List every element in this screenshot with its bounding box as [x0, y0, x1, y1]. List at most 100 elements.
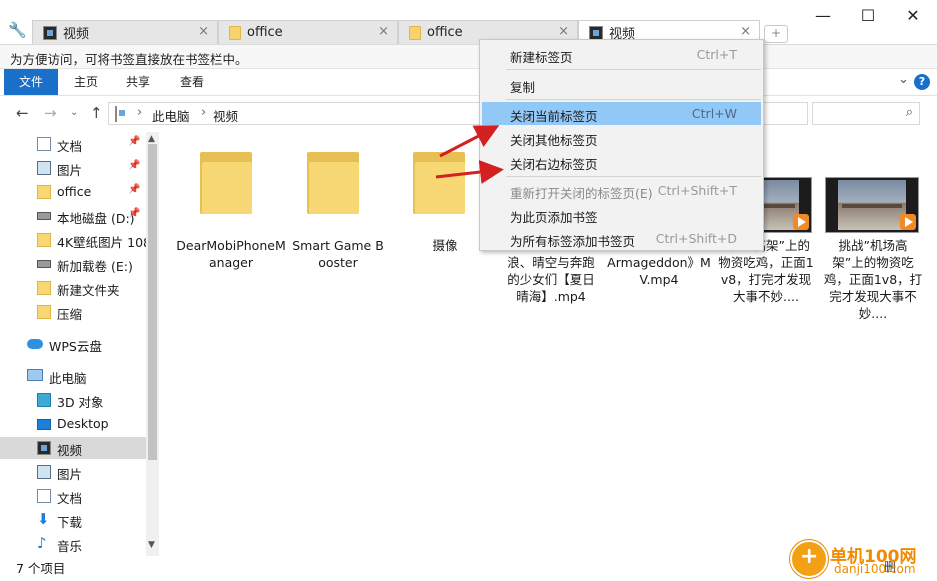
sidebar-item-label: WPS云盘: [49, 339, 102, 354]
bookmark-bar-hint: 为方便访问，可将书签直接放在书签栏中。: [10, 52, 248, 67]
menu-item-close-current-tab[interactable]: 关闭当前标签页 Ctrl+W: [482, 102, 761, 125]
file-label[interactable]: Smart Game Booster: [290, 237, 386, 271]
menu-item-shortcut: Ctrl+Shift+T: [657, 183, 737, 198]
pin-icon[interactable]: 📌: [128, 160, 140, 171]
menu-item-label: 复制: [510, 80, 536, 95]
sidebar-item-wps-cloud[interactable]: WPS云盘: [0, 333, 146, 355]
close-tab-icon[interactable]: ×: [198, 24, 209, 39]
sidebar-item-4k-wallpaper[interactable]: 4K壁纸图片 108: [0, 229, 146, 251]
menu-item-new-tab[interactable]: 新建标签页 Ctrl+T: [482, 43, 761, 66]
arrow-to-close-right-icon: [435, 160, 504, 184]
video-thumbnail[interactable]: [825, 177, 919, 233]
sidebar-item-documents-2[interactable]: 文档: [0, 485, 146, 507]
pin-icon[interactable]: 📌: [128, 136, 140, 147]
menu-item-label: 关闭其他标签页: [510, 133, 598, 148]
tab-view[interactable]: 查看: [170, 69, 214, 95]
back-arrow-icon[interactable]: ←: [16, 104, 29, 122]
folder-icon: [37, 185, 51, 199]
breadcrumb-video[interactable]: 视频: [213, 106, 238, 125]
menu-item-label: 关闭当前标签页: [510, 109, 598, 124]
title-bar: 🔧 视频 × office × office × 视频 × + — ☐ ✕: [0, 0, 937, 44]
sidebar-item-music[interactable]: ♪ 音乐: [0, 533, 146, 555]
menu-item-shortcut: Ctrl+T: [696, 47, 737, 62]
menu-item-shortcut: Ctrl+Shift+D: [655, 231, 737, 246]
sidebar-item-documents[interactable]: 文档 📌: [0, 133, 146, 155]
close-window-button[interactable]: ✕: [890, 4, 936, 28]
close-tab-icon[interactable]: ×: [558, 24, 569, 39]
up-arrow-icon[interactable]: ↑: [90, 104, 103, 122]
file-label[interactable]: Armageddon》MV.mp4: [604, 254, 714, 288]
menu-item-bookmark-all-tabs[interactable]: 为所有标签添加书签页 Ctrl+Shift+D: [482, 227, 761, 250]
annotation-arrows: [435, 125, 504, 184]
search-icon[interactable]: ⌕: [906, 105, 913, 120]
sidebar-item-label: 文档: [57, 139, 83, 154]
sidebar-item-compress[interactable]: 压缩: [0, 301, 146, 323]
minimize-button[interactable]: —: [800, 4, 846, 28]
sidebar-item-label: 新建文件夹: [57, 283, 120, 298]
sidebar-item-videos[interactable]: 视频: [0, 437, 146, 459]
file-label[interactable]: 浪、晴空与奔跑的少女们【夏日晴海】.mp4: [504, 254, 598, 305]
address-separator: ›: [201, 105, 207, 120]
file-label[interactable]: 摄像: [410, 237, 480, 254]
tab-share[interactable]: 共享: [116, 69, 160, 95]
sidebar-item-3d-objects[interactable]: 3D 对象: [0, 389, 146, 411]
file-label[interactable]: 挑战”机场高架”上的物资吃鸡，正面1v8，打完才发现大事不妙....: [823, 237, 923, 322]
tools-wrench-icon[interactable]: 🔧: [8, 21, 27, 39]
sidebar-item-downloads[interactable]: ⬇ 下载: [0, 509, 146, 531]
folder-icon[interactable]: [307, 152, 359, 214]
sidebar-scrollbar-thumb[interactable]: [148, 144, 157, 460]
menu-item-bookmark-page[interactable]: 为此页添加书签: [482, 203, 761, 226]
menu-item-reopen-closed-tab[interactable]: 重新打开关闭的标签页(E) Ctrl+Shift+T: [482, 179, 761, 202]
folder-icon: [409, 25, 421, 40]
sidebar-item-label: 图片: [57, 467, 83, 482]
close-tab-icon[interactable]: ×: [740, 24, 751, 39]
ribbon-expand-icon[interactable]: ⌄: [898, 72, 909, 87]
sidebar-item-pictures[interactable]: 图片 📌: [0, 157, 146, 179]
computer-icon: [27, 369, 43, 381]
download-icon: ⬇: [37, 510, 50, 528]
video-folder-icon: [43, 25, 57, 40]
sidebar-item-label: 本地磁盘 (D:): [57, 211, 135, 226]
tab-home[interactable]: 主页: [64, 69, 108, 95]
breadcrumb-this-pc[interactable]: 此电脑: [152, 106, 190, 125]
plus-icon: +: [800, 544, 819, 569]
menu-separator: [506, 176, 761, 177]
tab-office-1[interactable]: office ×: [218, 20, 398, 44]
sidebar-item-this-pc[interactable]: 此电脑: [0, 365, 146, 387]
scroll-up-icon[interactable]: ▲: [148, 134, 155, 144]
sidebar-item-label: Desktop: [57, 416, 109, 431]
bookmark-bar: 为方便访问，可将书签直接放在书签栏中。: [0, 44, 937, 69]
help-icon[interactable]: ?: [914, 74, 930, 90]
desktop-icon: [37, 419, 51, 430]
tab-file[interactable]: 文件: [4, 69, 58, 95]
menu-item-copy[interactable]: 复制: [482, 73, 761, 96]
tab-label: 视频: [63, 27, 90, 42]
video-folder-icon: [115, 106, 117, 122]
sidebar-item-label: 此电脑: [49, 371, 87, 386]
close-tab-icon[interactable]: ×: [378, 24, 389, 39]
pin-icon[interactable]: 📌: [128, 208, 140, 219]
scroll-down-icon[interactable]: ▼: [148, 540, 155, 550]
document-icon: [37, 489, 51, 503]
sidebar-item-desktop[interactable]: Desktop: [0, 413, 146, 435]
maximize-button[interactable]: ☐: [845, 4, 891, 28]
recent-dropdown-icon[interactable]: ⌄: [70, 107, 78, 118]
menu-item-close-right-tabs[interactable]: 关闭右边标签页: [482, 150, 761, 173]
play-icon: [793, 214, 809, 230]
sidebar-item-label: 3D 对象: [57, 395, 104, 410]
tab-video-1[interactable]: 视频 ×: [32, 20, 218, 44]
file-label[interactable]: DearMobiPhoneManager: [176, 237, 286, 271]
sidebar-item-new-folder[interactable]: 新建文件夹: [0, 277, 146, 299]
sidebar-item-volume-e[interactable]: 新加载卷 (E:): [0, 253, 146, 275]
search-input[interactable]: ⌕: [812, 102, 920, 125]
sidebar-item-label: 文档: [57, 491, 83, 506]
forward-arrow-icon[interactable]: →: [44, 104, 57, 122]
sidebar-item-pictures-2[interactable]: 图片: [0, 461, 146, 483]
menu-item-close-other-tabs[interactable]: 关闭其他标签页: [482, 126, 761, 149]
pin-icon[interactable]: 📌: [128, 184, 140, 195]
sidebar-item-local-disk-d[interactable]: 本地磁盘 (D:) 📌: [0, 205, 146, 227]
folder-icon[interactable]: [200, 152, 252, 214]
tab-label: office: [427, 25, 463, 40]
new-tab-button[interactable]: +: [764, 25, 788, 43]
sidebar-item-office[interactable]: office 📌: [0, 181, 146, 203]
